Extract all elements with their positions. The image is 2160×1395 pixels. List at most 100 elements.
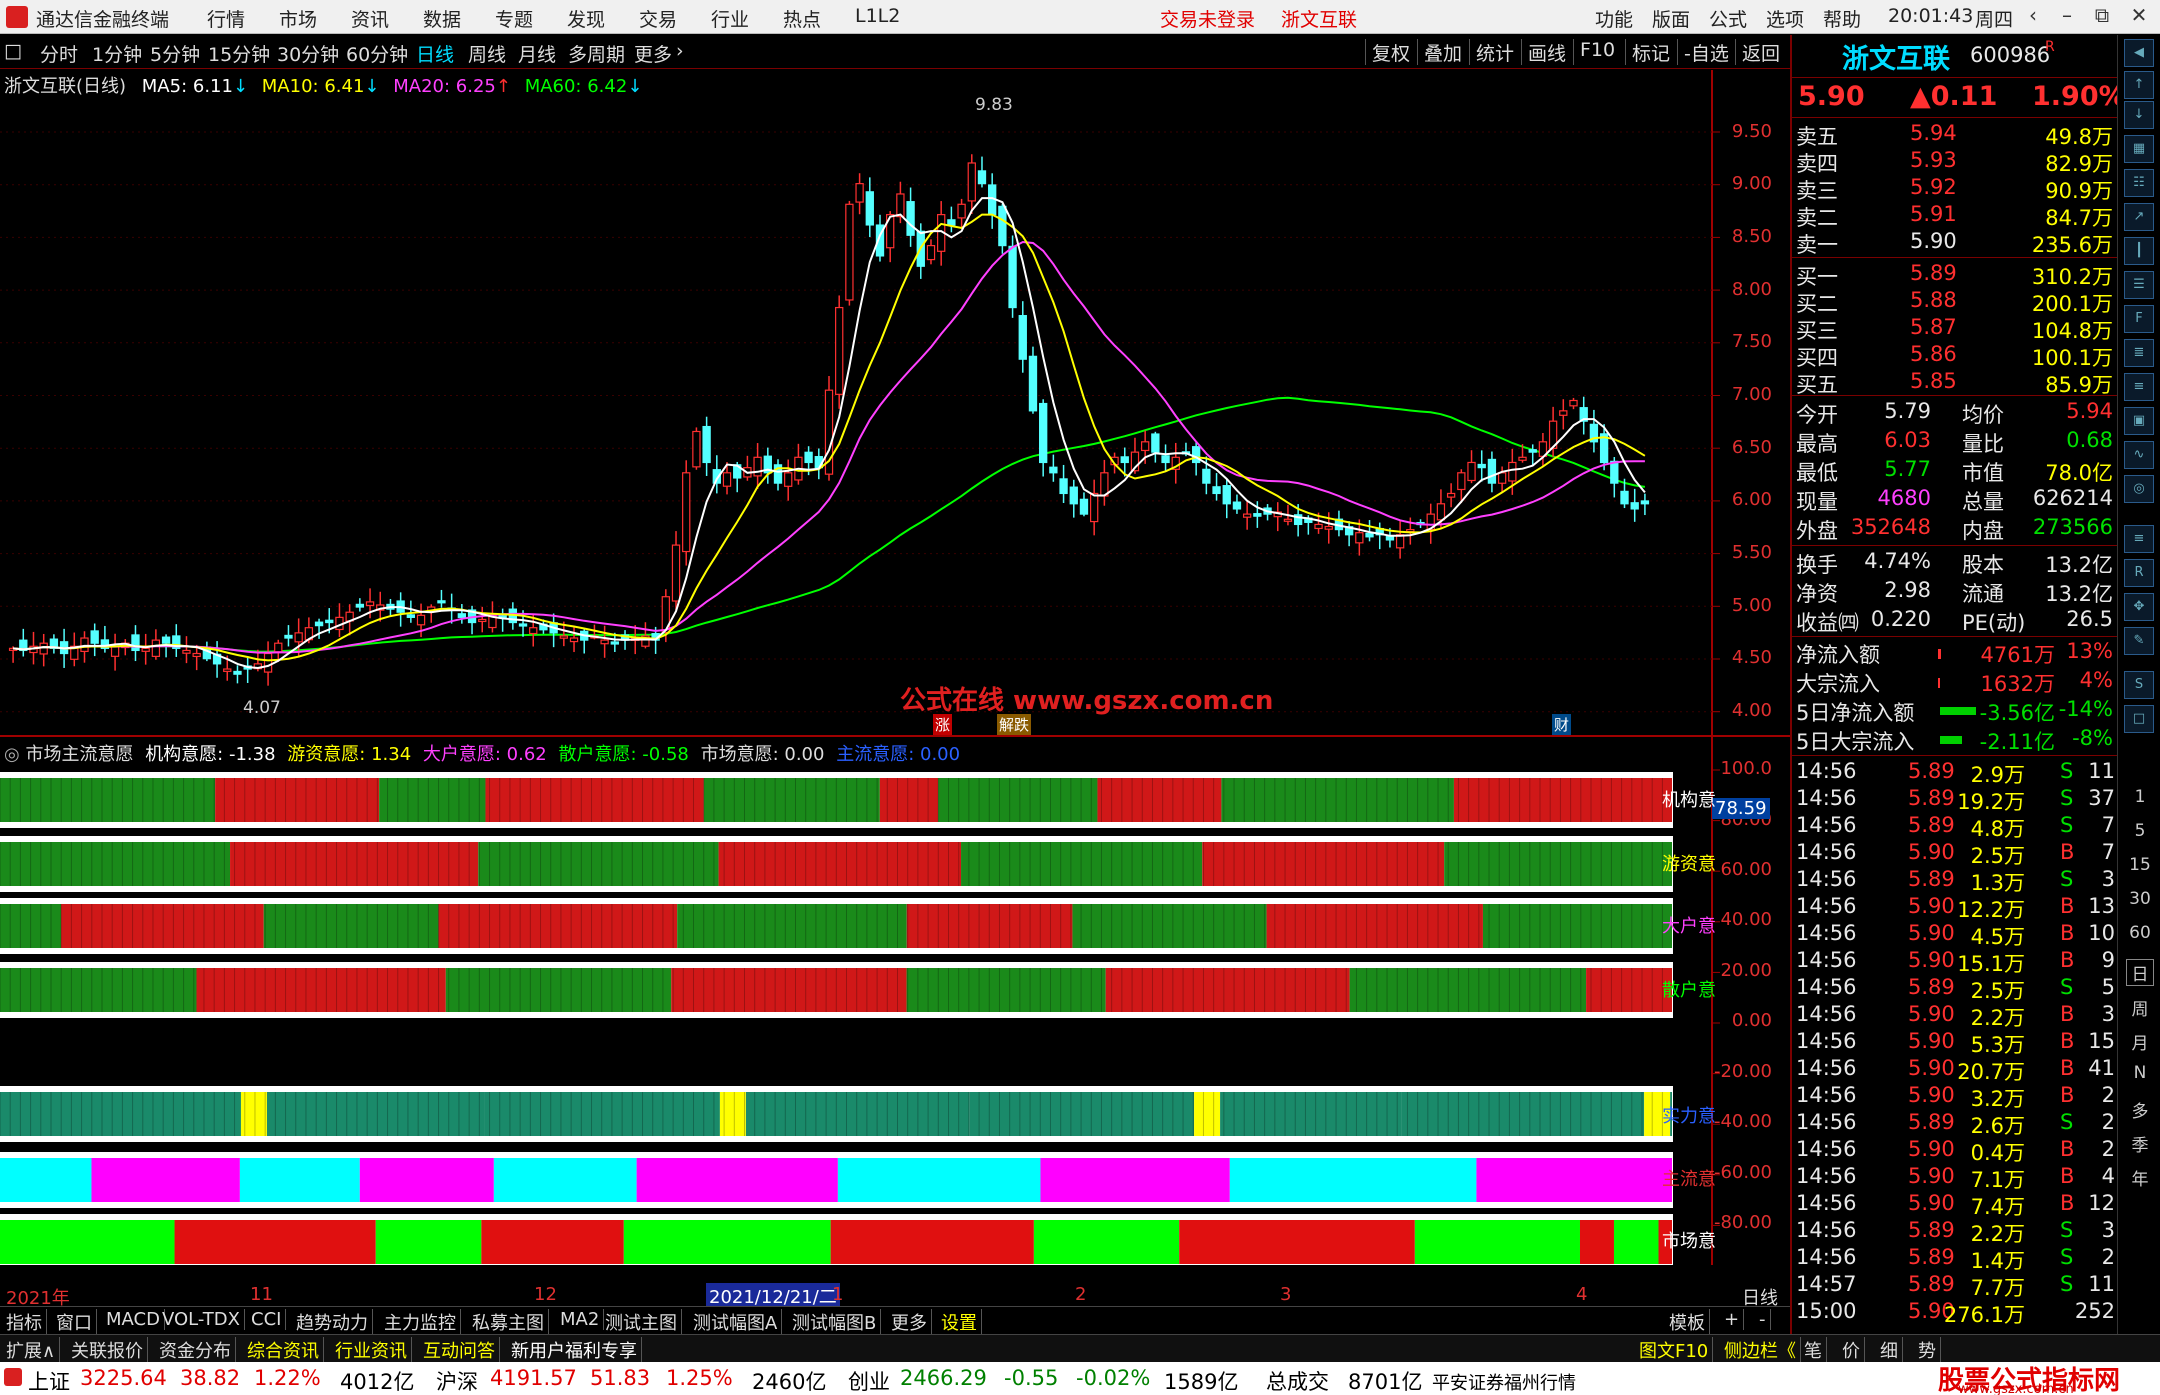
extension-tab[interactable]: 行业资讯 <box>331 1337 412 1363</box>
period-daily[interactable]: 日线 <box>416 40 454 67</box>
period-fenshi[interactable]: 分时 <box>40 40 78 67</box>
side-tab[interactable]: 价 <box>1838 1337 1865 1363</box>
indicator-tab[interactable]: 测试主图 <box>601 1309 682 1335</box>
fs-icon[interactable]: S <box>2124 671 2154 699</box>
sidebar-period-multi[interactable]: 多 <box>2126 1097 2154 1122</box>
back-icon[interactable]: ‹ <box>2018 3 2048 31</box>
sidebar-period-day[interactable]: 日 <box>2126 959 2154 986</box>
move-icon[interactable]: ✥ <box>2124 593 2154 621</box>
btn-f10[interactable]: F10 <box>1573 39 1621 65</box>
indicator-tab[interactable]: MA2 <box>556 1309 605 1330</box>
up-arrow-icon[interactable]: ↑ <box>2124 71 2154 99</box>
btn-stats[interactable]: 统计 <box>1469 39 1520 65</box>
menu-discover[interactable]: 发现 <box>567 5 605 32</box>
menu-options[interactable]: 选项 <box>1766 5 1804 32</box>
period-5min[interactable]: 5分钟 <box>150 40 200 67</box>
indicator-tab[interactable]: VOL-TDX <box>158 1309 245 1330</box>
menu-data[interactable]: 数据 <box>423 5 461 32</box>
sidebar-period-60[interactable]: 60 <box>2126 923 2154 943</box>
down-arrow-icon[interactable]: ↓ <box>2124 101 2154 129</box>
sidebar-period-year[interactable]: 年 <box>2126 1165 2154 1190</box>
extension-tab[interactable]: 综合资讯 <box>243 1337 324 1363</box>
extension-tab[interactable]: 互动问答 <box>419 1337 500 1363</box>
period-multi[interactable]: 多周期 <box>568 40 625 67</box>
pen-icon[interactable]: ✎ <box>2124 627 2154 655</box>
menu-help[interactable]: 帮助 <box>1823 5 1861 32</box>
btn-remove-fav[interactable]: -自选 <box>1677 39 1735 65</box>
grid-icon[interactable]: ▦ <box>2124 135 2154 163</box>
menu-news[interactable]: 资讯 <box>351 5 389 32</box>
menu-industry[interactable]: 行业 <box>711 5 749 32</box>
menu-layout[interactable]: 版面 <box>1652 5 1690 32</box>
window-icon[interactable]: □ <box>2124 705 2154 733</box>
template-button[interactable]: 模板 <box>1665 1309 1710 1335</box>
indicator-tab[interactable]: 窗口 <box>52 1309 97 1335</box>
sidebar-period-n[interactable]: N <box>2126 1063 2154 1083</box>
btn-mark[interactable]: 标记 <box>1625 39 1676 65</box>
idx-cy-name[interactable]: 创业 <box>848 1366 890 1395</box>
btn-draw[interactable]: 画线 <box>1521 39 1572 65</box>
doc-icon[interactable]: ≡ <box>2124 373 2154 401</box>
side-tab[interactable]: 势 <box>1914 1337 1941 1363</box>
chevron-right-icon[interactable]: › <box>676 40 684 62</box>
login-status[interactable]: 交易未登录 <box>1160 5 1255 32</box>
sidebar-period-season[interactable]: 季 <box>2126 1131 2154 1156</box>
extension-tab[interactable]: 新用户福利专享 <box>507 1337 642 1363</box>
minimize-icon[interactable]: – <box>2052 3 2082 31</box>
chart-icon[interactable]: ≡ <box>2124 525 2154 553</box>
f10-icon[interactable]: F <box>2124 305 2154 333</box>
target-icon[interactable]: ◎ <box>2124 475 2154 503</box>
indicator-tab[interactable]: MACD <box>102 1309 165 1330</box>
menu-quote[interactable]: 行情 <box>207 5 245 32</box>
sidebar-period-week[interactable]: 周 <box>2126 995 2154 1020</box>
indicator-tab[interactable]: 测试幅图B <box>788 1309 882 1335</box>
period-1min[interactable]: 1分钟 <box>92 40 142 67</box>
menu-trade[interactable]: 交易 <box>639 5 677 32</box>
btn-fuquan[interactable]: 复权 <box>1365 39 1416 65</box>
period-30min[interactable]: 30分钟 <box>277 40 339 67</box>
wave-icon[interactable]: ∿ <box>2124 441 2154 469</box>
menu-market[interactable]: 市场 <box>279 5 317 32</box>
extension-tab[interactable]: 关联报价 <box>67 1337 148 1363</box>
indicator-collapse-icon[interactable]: ◎ <box>4 744 20 765</box>
menu-l1l2[interactable]: L1L2 <box>855 5 900 27</box>
list-icon[interactable]: ☰ <box>2124 271 2154 299</box>
table-icon[interactable]: ☷ <box>2124 169 2154 197</box>
indicator-tab[interactable]: 主力监控 <box>380 1309 461 1335</box>
trend-icon[interactable]: ↗ <box>2124 203 2154 231</box>
indicator-tab[interactable]: 测试幅图A <box>689 1309 783 1335</box>
side-tab[interactable]: 笔 <box>1800 1337 1827 1363</box>
indicator-tab[interactable]: 指标 <box>2 1309 47 1335</box>
indicator-tab[interactable]: 私募主图 <box>468 1309 549 1335</box>
sidebar-period-1[interactable]: 1 <box>2126 787 2154 807</box>
sidebar-period-30[interactable]: 30 <box>2126 889 2154 909</box>
candle-icon[interactable]: ┃ <box>2124 237 2154 265</box>
remove-window-button[interactable]: - <box>1755 1309 1771 1330</box>
extension-tab[interactable]: 资金分布 <box>155 1337 236 1363</box>
indicator-tab[interactable]: 设置 <box>937 1309 982 1335</box>
news-icon[interactable]: ≣ <box>2124 339 2154 367</box>
close-icon[interactable]: ✕ <box>2124 3 2154 31</box>
menu-topic[interactable]: 专题 <box>495 5 533 32</box>
chart-area[interactable]: 浙文互联(日线) MA5: 6.11↓ MA10: 6.41↓ MA20: 6.… <box>0 70 1790 1309</box>
add-window-button[interactable]: + <box>1720 1309 1745 1330</box>
idx-sh-name[interactable]: 上证 <box>28 1366 70 1395</box>
period-15min[interactable]: 15分钟 <box>208 40 270 67</box>
idx-hs-name[interactable]: 沪深 <box>436 1366 478 1395</box>
restore-icon[interactable]: ⧉ <box>2087 3 2117 31</box>
event-zhang[interactable]: 涨 <box>933 714 953 735</box>
period-more[interactable]: 更多 <box>634 40 672 67</box>
period-monthly[interactable]: 月线 <box>518 40 556 67</box>
period-weekly[interactable]: 周线 <box>468 40 506 67</box>
indicator-tab[interactable]: 更多 <box>887 1309 932 1335</box>
sidebar-period-month[interactable]: 月 <box>2126 1029 2154 1054</box>
sidebar-period-5[interactable]: 5 <box>2126 821 2154 841</box>
indicator-tab[interactable]: CCI <box>247 1309 287 1330</box>
btn-overlay[interactable]: 叠加 <box>1417 39 1468 65</box>
event-jiedie[interactable]: 解跌 <box>997 714 1032 735</box>
kline-chart[interactable] <box>0 70 1790 1265</box>
menu-formula[interactable]: 公式 <box>1709 5 1747 32</box>
side-tab[interactable]: 细 <box>1876 1337 1903 1363</box>
side-tab[interactable]: 侧边栏《 <box>1720 1337 1801 1363</box>
sidebar-fold-icon[interactable]: ◀ <box>2124 39 2154 67</box>
